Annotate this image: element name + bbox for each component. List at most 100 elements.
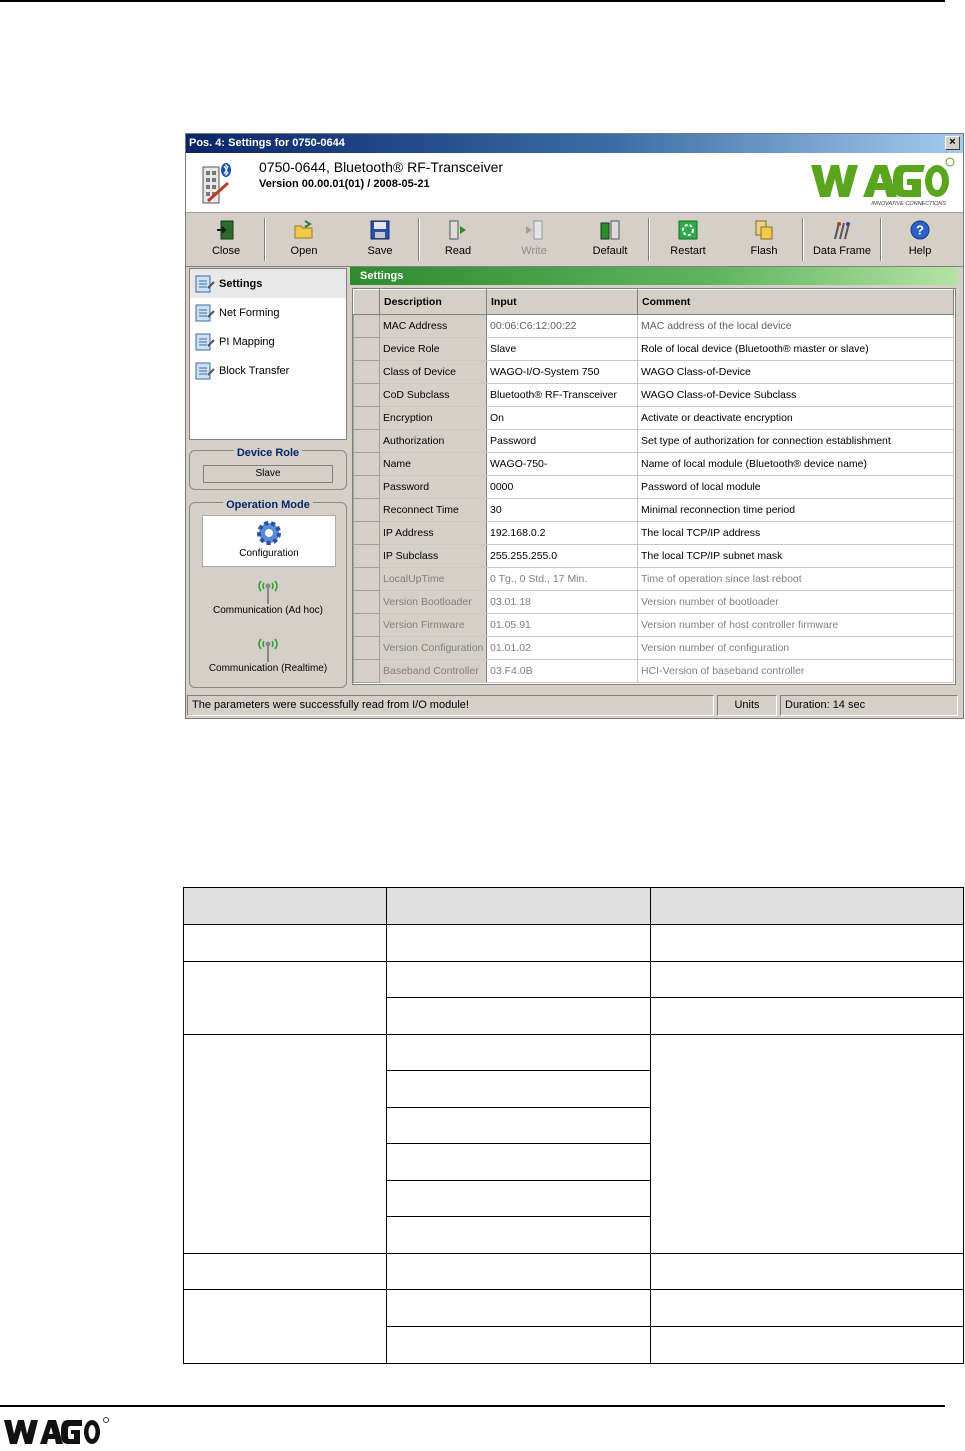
- setting-comment: Name of local module (Bluetooth® device …: [637, 452, 954, 476]
- setting-input[interactable]: 03.F4.0B: [486, 659, 638, 683]
- flash-button[interactable]: Flash: [726, 216, 802, 263]
- settings-row[interactable]: IP Address 192.168.0.2 The local TCP/IP ad…: [353, 521, 954, 545]
- table-cell: [386, 1070, 651, 1108]
- read-button[interactable]: Read: [420, 216, 496, 263]
- column-header[interactable]: Comment: [637, 289, 954, 315]
- settings-row[interactable]: Device Role Slave Role of local device (Bl…: [353, 337, 954, 361]
- setting-input[interactable]: Password: [486, 429, 638, 453]
- settings-row[interactable]: Reconnect Time 30 Minimal reconnection tim…: [353, 498, 954, 522]
- folder-open-icon: [294, 220, 313, 239]
- setting-input[interactable]: 30: [486, 498, 638, 522]
- settings-row[interactable]: Encryption On Activate or deactivate encry…: [353, 406, 954, 430]
- settings-row[interactable]: Name WAGO-750- Name of local module (Bluet…: [353, 452, 954, 476]
- setting-comment: WAGO Class-of-Device: [637, 360, 954, 384]
- setting-input[interactable]: On: [486, 406, 638, 430]
- table-cell: [183, 924, 387, 962]
- settings-row[interactable]: IP Subclass 255.255.255.0 The local TCP/IP…: [353, 544, 954, 568]
- default-button[interactable]: Default: [572, 216, 648, 263]
- row-selector[interactable]: [353, 659, 380, 683]
- settings-row[interactable]: MAC Address 00:06:C6:12:00:22 MAC address …: [353, 314, 954, 338]
- row-selector[interactable]: [353, 636, 380, 660]
- save-button[interactable]: Save: [342, 216, 418, 263]
- nav-item-block-transfer[interactable]: Block Transfer: [190, 356, 346, 385]
- setting-comment: Password of local module: [637, 475, 954, 499]
- nav-item-pi-mapping[interactable]: PI Mapping: [190, 327, 346, 356]
- default-module-icon: [600, 220, 620, 240]
- row-selector[interactable]: [353, 360, 380, 384]
- nav-panel: Settings Net Forming PI Mapping Block Tr…: [189, 268, 347, 440]
- help-button[interactable]: ? Help: [882, 216, 958, 263]
- nav-item-settings[interactable]: Settings: [190, 269, 346, 298]
- setting-input[interactable]: Bluetooth® RF-Transceiver: [486, 383, 638, 407]
- setting-input[interactable]: WAGO-I/O-System 750: [486, 360, 638, 384]
- setting-comment: Activate or deactivate encryption: [637, 406, 954, 430]
- setting-comment: Version number of configuration: [637, 636, 954, 660]
- close-button[interactable]: Close: [188, 216, 264, 263]
- wago-logo: INNOVATIVE CONNECTIONS: [811, 157, 955, 207]
- open-button[interactable]: Open: [266, 216, 342, 263]
- mode-communication-adhoc[interactable]: Communication (Ad hoc): [190, 577, 346, 621]
- settings-row[interactable]: LocalUpTime 0 Tg., 0 Std., 17 Min. Time of…: [353, 567, 954, 591]
- setting-input[interactable]: 01.01.02: [486, 636, 638, 660]
- data-frame-button[interactable]: Data Frame: [804, 216, 880, 263]
- setting-description: Class of Device: [379, 360, 487, 384]
- mode-communication-realtime[interactable]: Communication (Realtime): [190, 635, 346, 679]
- table-cell: [386, 924, 651, 962]
- row-selector[interactable]: [353, 498, 380, 522]
- mode-realtime-label: Communication (Realtime): [208, 663, 328, 674]
- write-module-icon: [526, 220, 543, 240]
- gear-icon: [257, 521, 281, 545]
- table-cell: [183, 1253, 387, 1290]
- setting-comment: Version number of host controller firmwa…: [637, 613, 954, 637]
- row-selector[interactable]: [353, 475, 380, 499]
- setting-input[interactable]: Slave: [486, 337, 638, 361]
- setting-input[interactable]: 0 Tg., 0 Std., 17 Min.: [486, 567, 638, 591]
- table-cell: [386, 1180, 651, 1217]
- window-close-button[interactable]: ×: [945, 136, 960, 150]
- settings-row[interactable]: Version Firmware 01.05.91 Version number o…: [353, 613, 954, 637]
- save-button-label: Save: [367, 245, 393, 257]
- row-selector[interactable]: [353, 452, 380, 476]
- mode-configuration[interactable]: Configuration: [202, 515, 336, 567]
- settings-row[interactable]: Version Bootloader 03.01.18 Version number…: [353, 590, 954, 614]
- settings-row[interactable]: Password 0000 Password of local module: [353, 475, 954, 499]
- write-button[interactable]: Write: [496, 216, 572, 263]
- settings-row[interactable]: Class of Device WAGO-I/O-System 750 WAGO C…: [353, 360, 954, 384]
- settings-row[interactable]: Version Configuration 01.01.02 Version num…: [353, 636, 954, 660]
- setting-input[interactable]: 01.05.91: [486, 613, 638, 637]
- row-selector[interactable]: [353, 544, 380, 568]
- row-selector[interactable]: [353, 567, 380, 591]
- setting-description: Baseband Controller: [379, 659, 487, 683]
- row-selector[interactable]: [353, 613, 380, 637]
- setting-description: IP Address: [379, 521, 487, 545]
- setting-input[interactable]: 00:06:C6:12:00:22: [486, 314, 638, 338]
- net-forming-page-icon: [195, 304, 215, 321]
- top-rule: [0, 0, 945, 2]
- column-header[interactable]: Description: [379, 289, 487, 315]
- row-selector[interactable]: [353, 337, 380, 361]
- status-duration: Duration: 14 sec: [780, 695, 958, 716]
- table-cell: [650, 1326, 964, 1364]
- setting-input[interactable]: WAGO-750-: [486, 452, 638, 476]
- setting-input[interactable]: 0000: [486, 475, 638, 499]
- nav-item-net-forming[interactable]: Net Forming: [190, 298, 346, 327]
- restart-button[interactable]: Restart: [650, 216, 726, 263]
- row-selector[interactable]: [353, 590, 380, 614]
- setting-input[interactable]: 192.168.0.2: [486, 521, 638, 545]
- setting-description: Password: [379, 475, 487, 499]
- row-selector[interactable]: [353, 429, 380, 453]
- operation-mode-title: Operation Mode: [223, 499, 313, 511]
- settings-row[interactable]: Authorization Password Set type of authori…: [353, 429, 954, 453]
- row-selector[interactable]: [353, 383, 380, 407]
- floppy-disk-icon: [370, 220, 390, 240]
- setting-input[interactable]: 255.255.255.0: [486, 544, 638, 568]
- column-header[interactable]: Input: [486, 289, 638, 315]
- setting-comment: Time of operation since last reboot: [637, 567, 954, 591]
- setting-input[interactable]: 03.01.18: [486, 590, 638, 614]
- row-selector[interactable]: [353, 314, 380, 338]
- row-selector[interactable]: [353, 406, 380, 430]
- status-bar: The parameters were successfully read fr…: [186, 695, 963, 717]
- settings-row[interactable]: CoD Subclass Bluetooth® RF-Transceiver WAG…: [353, 383, 954, 407]
- settings-row[interactable]: Baseband Controller 03.F4.0B HCI-Version o…: [353, 659, 954, 683]
- row-selector[interactable]: [353, 521, 380, 545]
